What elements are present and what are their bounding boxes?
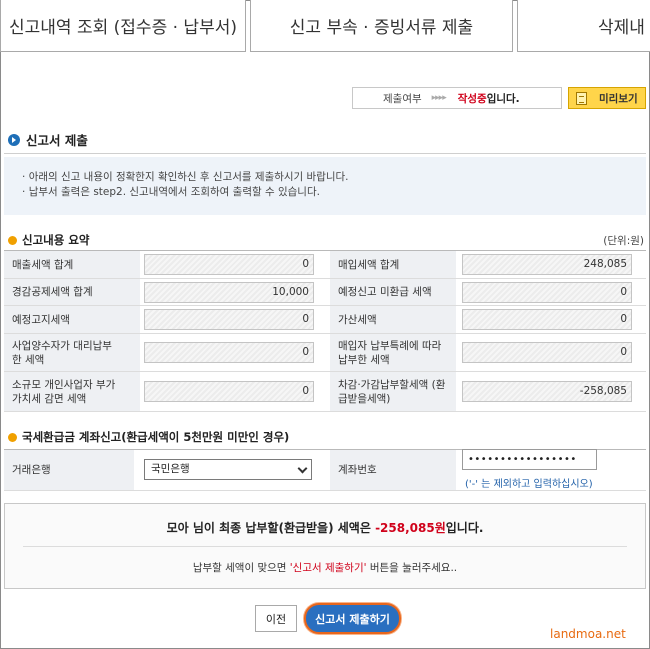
final-tax-amount: -258,085원 (375, 521, 446, 535)
final-tax-message: 모아 님이 최종 납부할(환급받을) 세액은 -258,085원입니다. (166, 521, 484, 535)
submission-status-bar: 제출여부 ▸▸▸▸ 작성중 입니다. (352, 87, 562, 109)
bank-select-value: 국민은행 (151, 463, 190, 475)
submit-report-button[interactable]: 신고서 제출하기 (304, 603, 401, 634)
row-label: 소규모 개인사업자 부가가치세 감면 세액 (4, 372, 140, 411)
status-state: 작성중 (457, 92, 487, 105)
account-hint: ('-' 는 제외하고 입력하십시오) (465, 479, 593, 490)
divider (4, 153, 646, 154)
row-label: 경감공제세액 합계 (4, 279, 140, 305)
preview-button-label: 미리보기 (599, 92, 638, 105)
bank-label: 거래은행 (4, 450, 134, 490)
value-field: 0 (462, 342, 632, 363)
account-number-input[interactable]: ••••••••••••••••• (462, 449, 597, 470)
refund-title: 국세환급금 계좌신고(환급세액이 5천만원 미만인 경우) (8, 429, 289, 445)
summary-table: 매출세액 합계 0 매입세액 합계 248,085 경감공제세액 합계 10,0… (4, 250, 646, 412)
account-label: 계좌번호 (330, 450, 456, 490)
status-label: 제출여부 (383, 92, 422, 105)
table-row: 사업양수자가 대리납부한 세액 0 매입자 납부특례에 따라 납부한 세액 0 (4, 334, 646, 372)
section-title-text: 신고서 제출 (26, 133, 88, 148)
bank-select[interactable]: 국민은행 (144, 459, 312, 480)
refund-title-text: 국세환급금 계좌신고(환급세액이 5천만원 미만인 경우) (22, 430, 290, 444)
prev-button[interactable]: 이전 (255, 605, 297, 632)
divider (23, 546, 627, 547)
result-box: 모아 님이 최종 납부할(환급받을) 세액은 -258,085원입니다. 납부할… (4, 503, 646, 589)
row-label: 예정신고 미환급 세액 (330, 279, 456, 305)
value-field: 0 (144, 381, 314, 402)
tab-delete[interactable]: 삭제내 (517, 0, 650, 52)
row-label: 가산세액 (330, 306, 456, 333)
value-field: 10,000 (144, 282, 314, 303)
row-label: 사업양수자가 대리납부한 세액 (4, 334, 140, 371)
unit-label: (단위:원) (603, 235, 644, 247)
table-row: 예정고지세액 0 가산세액 0 (4, 306, 646, 334)
submit-guide: 납부할 세액이 맞으면 '신고서 제출하기' 버튼을 눌러주세요.. (192, 562, 458, 574)
tab-bar: 신고내역 조회 (접수증 · 납부서) 신고 부속 · 증빙서류 제출 삭제내 (0, 0, 650, 52)
tab-report-history[interactable]: 신고내역 조회 (접수증 · 납부서) (0, 0, 246, 52)
table-row: 소규모 개인사업자 부가가치세 감면 세액 0 차감·가감납부할세액 (환급받을… (4, 372, 646, 412)
chevron-down-icon (297, 463, 308, 474)
notice-box: · 아래의 신고 내용이 정확한지 확인하신 후 신고서를 제출하시기 바랍니다… (4, 157, 646, 215)
notice-line: · 납부서 출력은 step2. 신고내역에서 조회하여 출력할 수 있습니다. (22, 186, 320, 198)
value-field: 0 (462, 282, 632, 303)
value-field: 0 (144, 342, 314, 363)
notice-line: · 아래의 신고 내용이 정확한지 확인하신 후 신고서를 제출하시기 바랍니다… (22, 171, 349, 183)
document-icon (576, 91, 587, 105)
row-label: 예정고지세액 (4, 306, 140, 333)
value-field: 0 (144, 254, 314, 275)
value-field: 248,085 (462, 254, 632, 275)
bullet-icon (8, 235, 17, 245)
arrow-bullet-icon (8, 133, 20, 146)
summary-title: 신고내용 요약 (8, 232, 89, 248)
value-field: -258,085 (462, 381, 632, 402)
row-label: 매입자 납부특례에 따라 납부한 세액 (330, 334, 456, 371)
bullet-icon (8, 432, 17, 442)
table-row: 매출세액 합계 0 매입세액 합계 248,085 (4, 251, 646, 279)
preview-button[interactable]: 미리보기 (568, 87, 646, 109)
status-state-suffix: 입니다. (486, 92, 520, 105)
tab-attachments-submit[interactable]: 신고 부속 · 증빙서류 제출 (250, 0, 513, 52)
table-row: 경감공제세액 합계 10,000 예정신고 미환급 세액 0 (4, 279, 646, 306)
row-label: 매입세액 합계 (330, 251, 456, 278)
row-label: 매출세액 합계 (4, 251, 140, 278)
watermark: landmoa.net (550, 627, 626, 641)
status-arrows: ▸▸▸▸ (431, 93, 447, 103)
summary-title-text: 신고내용 요약 (22, 233, 90, 247)
value-field: 0 (144, 309, 314, 330)
section-title: 신고서 제출 (8, 130, 88, 149)
value-field: 0 (462, 309, 632, 330)
row-label: 차감·가감납부할세액 (환급받을세액) (330, 372, 456, 411)
